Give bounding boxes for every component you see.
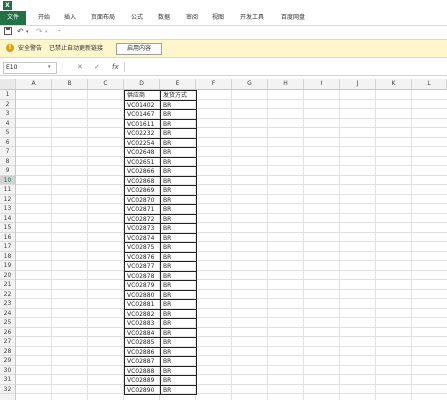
row-header-32[interactable]: 32 xyxy=(0,385,15,394)
row-header-6[interactable]: 6 xyxy=(0,138,15,147)
name-box-dropdown-icon[interactable]: ▾ xyxy=(48,62,51,72)
row-header-31[interactable]: 31 xyxy=(0,375,15,385)
insert-function-icon[interactable]: fx xyxy=(112,62,119,72)
row-header-18[interactable]: 18 xyxy=(0,252,15,261)
gridline xyxy=(339,90,340,400)
cell-grid[interactable]: 供应商 发货方式 VC01402 BR VC01467 BR VC01611 BR VC0223… xyxy=(16,90,447,400)
cell-shipping-method[interactable]: BR xyxy=(160,384,197,395)
column-header-b[interactable]: B xyxy=(52,79,88,89)
row-header-13[interactable]: 13 xyxy=(0,204,15,214)
row-header-28[interactable]: 28 xyxy=(0,347,15,356)
gridline xyxy=(375,90,376,400)
gridline xyxy=(87,90,88,400)
row-header-12[interactable]: 12 xyxy=(0,195,15,204)
row-headers: 1 2 3 4 5 6 7 8 9 10 11 12 13 14 15 16 17 18 19 20 21 22 23 24 2… xyxy=(0,90,16,400)
row-header-8[interactable]: 8 xyxy=(0,157,15,166)
column-header-j[interactable]: J xyxy=(340,79,376,89)
row-header-26[interactable]: 26 xyxy=(0,328,15,337)
save-icon[interactable] xyxy=(4,27,12,38)
security-warning-title: 安全警告 xyxy=(18,45,43,52)
tab-home[interactable]: 开始 xyxy=(38,11,50,25)
security-warning-message: 已禁止自动更新链接 xyxy=(49,45,104,52)
column-header-e[interactable]: E xyxy=(160,79,196,89)
tab-formulas[interactable]: 公式 xyxy=(131,11,143,25)
cell-supplier[interactable]: VC02890 xyxy=(124,384,161,395)
row-header-24[interactable]: 24 xyxy=(0,309,15,318)
row-header-21[interactable]: 21 xyxy=(0,280,15,290)
column-header-k[interactable]: K xyxy=(376,79,412,89)
column-header-g[interactable]: G xyxy=(232,79,268,89)
redo-dropdown-icon[interactable]: ▾ xyxy=(45,27,48,37)
column-header-a[interactable]: A xyxy=(16,79,52,89)
tab-review[interactable]: 审阅 xyxy=(186,11,198,25)
formula-bar: E10 ▾ ⋮ ✕ ✓ fx xyxy=(0,60,447,76)
row-header-27[interactable]: 27 xyxy=(0,337,15,347)
row-header-9[interactable]: 9 xyxy=(0,166,15,176)
row-header-5[interactable]: 5 xyxy=(0,128,15,138)
row-header-30[interactable]: 30 xyxy=(0,366,15,375)
customize-toolbar-icon[interactable]: ⁼ xyxy=(58,27,61,37)
column-header-d[interactable]: D xyxy=(124,79,160,89)
column-header-l[interactable]: L xyxy=(412,79,447,89)
row-header-20[interactable]: 20 xyxy=(0,271,15,280)
tab-insert[interactable]: 插入 xyxy=(64,11,76,25)
column-header-c[interactable]: C xyxy=(88,79,124,89)
column-headers: A B C D E F G H I J K L xyxy=(0,79,447,90)
row-header-25[interactable]: 25 xyxy=(0,318,15,328)
select-all-corner[interactable] xyxy=(0,79,16,89)
gridline xyxy=(231,90,232,400)
ribbon-tabs: 文件 开始 插入 页面布局 公式 数据 审阅 视图 开发工具 百度网盘 xyxy=(0,11,447,26)
row-header-1[interactable]: 1 xyxy=(0,90,15,100)
gridline xyxy=(267,90,268,400)
undo-icon[interactable]: ↶ xyxy=(17,27,24,37)
excel-logo-icon: X xyxy=(3,1,12,10)
column-header-h[interactable]: H xyxy=(268,79,304,89)
redo-icon[interactable]: ↷ xyxy=(36,27,43,37)
row-header-2[interactable]: 2 xyxy=(0,100,15,109)
row-header-29[interactable]: 29 xyxy=(0,356,15,366)
enable-content-button[interactable]: 启用内容 xyxy=(116,43,162,55)
row-header-17[interactable]: 17 xyxy=(0,242,15,252)
row-header-4[interactable]: 4 xyxy=(0,119,15,128)
tab-file[interactable]: 文件 xyxy=(0,11,26,25)
tab-data[interactable]: 数据 xyxy=(158,11,170,25)
row-header-7[interactable]: 7 xyxy=(0,147,15,157)
row-header-16[interactable]: 16 xyxy=(0,233,15,242)
row-header-14[interactable]: 14 xyxy=(0,214,15,223)
gridline xyxy=(303,90,304,400)
warning-icon: ! xyxy=(6,44,14,52)
tab-baidu-netdisk[interactable]: 百度网盘 xyxy=(281,11,305,25)
row-header-10[interactable]: 10 xyxy=(0,175,15,185)
gridline xyxy=(51,90,52,400)
enter-icon[interactable]: ✓ xyxy=(94,62,100,72)
formula-input[interactable] xyxy=(124,62,443,72)
title-bar: X xyxy=(0,0,447,11)
column-header-f[interactable]: F xyxy=(196,79,232,89)
row-header-3[interactable]: 3 xyxy=(0,109,15,119)
column-header-i[interactable]: I xyxy=(304,79,340,89)
formula-bar-grip-icon: ⋮ xyxy=(60,64,65,70)
tab-view[interactable]: 视图 xyxy=(212,11,224,25)
row-header-15[interactable]: 15 xyxy=(0,223,15,233)
tab-developer[interactable]: 开发工具 xyxy=(240,11,264,25)
quick-access-toolbar: ↶ ▾ ↷ ▾ ⁼ xyxy=(0,26,447,38)
cancel-icon[interactable]: ✕ xyxy=(77,62,83,72)
row-header-23[interactable]: 23 xyxy=(0,299,15,309)
undo-dropdown-icon[interactable]: ▾ xyxy=(26,27,29,37)
gridline xyxy=(411,90,412,400)
tab-page-layout[interactable]: 页面布局 xyxy=(91,11,115,25)
security-warning-bar: ! 安全警告 已禁止自动更新链接 启用内容 xyxy=(0,39,447,58)
row-header-11[interactable]: 11 xyxy=(0,185,15,195)
row-header-22[interactable]: 22 xyxy=(0,290,15,299)
row-header-19[interactable]: 19 xyxy=(0,261,15,271)
